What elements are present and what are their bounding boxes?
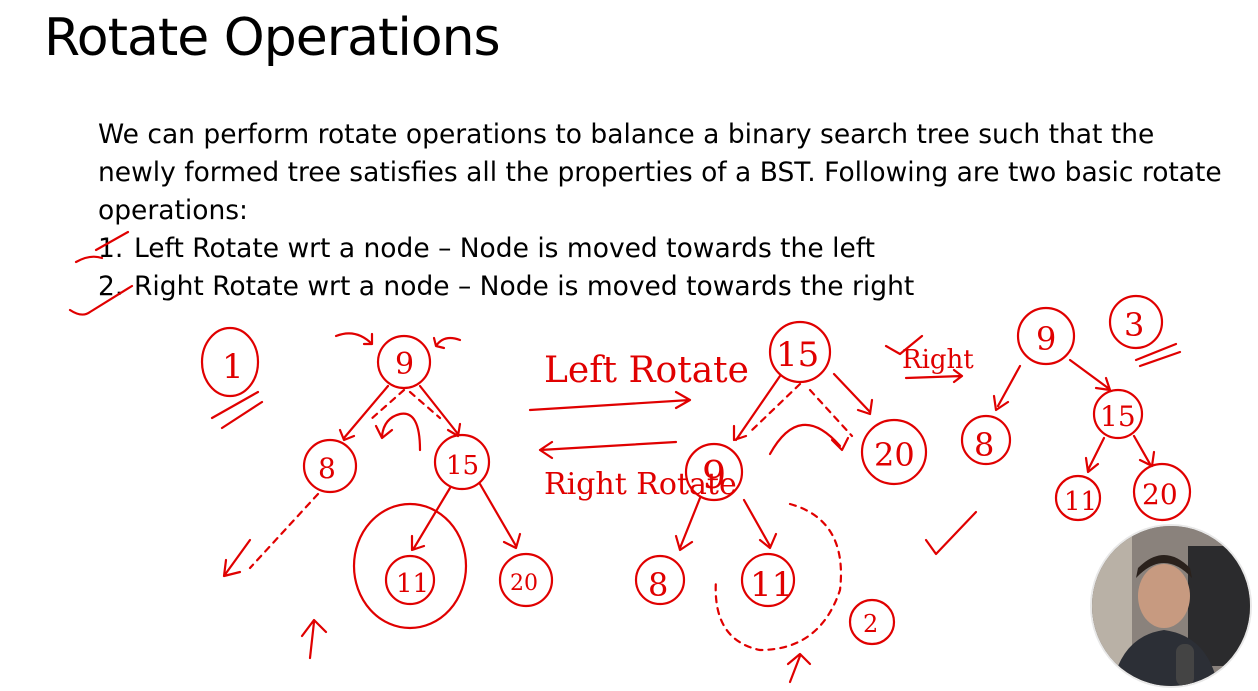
left-rotate-label: Left Rotate (544, 350, 749, 391)
tree2-edge (674, 496, 702, 552)
tree1-edge (478, 482, 522, 550)
tree3-edge (1132, 434, 1156, 468)
tree1-node-11-label: 11 (396, 569, 429, 599)
step-1-label: 1 (222, 347, 244, 387)
tree3-edge (992, 364, 1022, 412)
tree1-node-15-label: 15 (446, 451, 479, 481)
tree2-node-15-label: 15 (776, 335, 819, 375)
tree2-node-9-label: 9 (702, 453, 726, 497)
pointer-arrow (334, 332, 374, 346)
step-2-label: 2 (863, 610, 878, 638)
left-rotate-arrow (528, 390, 692, 412)
tree1-edge (338, 384, 390, 442)
tree3-node-9-label: 9 (1036, 320, 1056, 358)
tree3-edge (1084, 436, 1106, 474)
tree1-arrow (222, 538, 252, 578)
up-arrow (786, 652, 812, 684)
step-3-label: 3 (1124, 306, 1144, 344)
pointer-arrow (432, 336, 462, 350)
check-mark-4 (924, 510, 978, 556)
tree3-node-11-label: 11 (1064, 487, 1097, 517)
tree1-rotation-arrow (374, 412, 422, 452)
check-mark-2 (68, 284, 134, 316)
tree1-dashed-arrow (248, 492, 320, 570)
step-1-underline (210, 390, 264, 430)
presenter-icon (1092, 526, 1250, 686)
tree2-edge (742, 498, 778, 550)
tree3-node-20-label: 20 (1142, 478, 1178, 511)
tree2-rotation-arrow (768, 423, 850, 456)
tree3-node-15-label: 15 (1100, 400, 1136, 433)
tree1-edge (410, 486, 452, 552)
handwritten-annotations: 1 9 8 15 11 20 Left Rotate Right Rotate … (68, 230, 1192, 684)
tree2-node-11-label: 11 (750, 565, 793, 605)
tree1-node-9-label: 9 (395, 347, 414, 382)
webcam-overlay (1090, 524, 1252, 688)
right-rotate-arrow (538, 440, 678, 460)
tree2-node-20-label: 20 (874, 436, 915, 474)
tree1-node-20-label: 20 (510, 571, 538, 596)
tree1-highlight-circle (352, 502, 468, 630)
tree1-edge (418, 384, 462, 438)
up-arrow (300, 618, 328, 660)
tree2-dashed-edge (748, 382, 854, 438)
right-label: Right (902, 345, 974, 375)
tree2-edge (832, 372, 874, 416)
tree3-edge (1068, 358, 1112, 392)
tree2-node-8-label: 8 (648, 566, 668, 604)
tree3-node-8-label: 8 (974, 426, 994, 464)
tree1-node-8-label: 8 (318, 452, 336, 485)
check-mark-1 (74, 230, 130, 264)
